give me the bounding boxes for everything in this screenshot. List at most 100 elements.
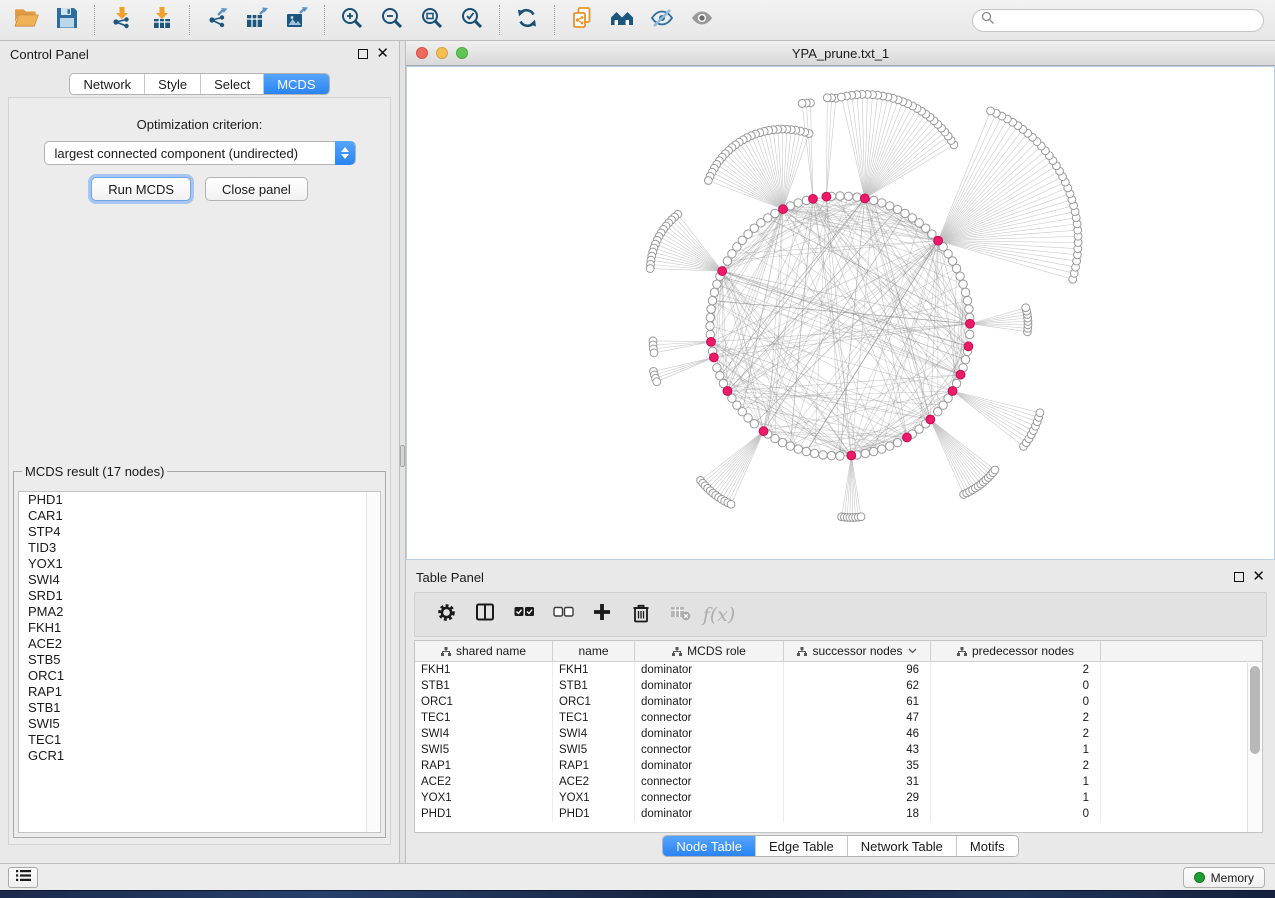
tab-mcds[interactable]: MCDS xyxy=(263,74,328,94)
network-node[interactable] xyxy=(819,451,827,459)
cell-shared_name[interactable]: SWI4 xyxy=(415,726,553,742)
network-node[interactable] xyxy=(750,420,758,428)
table-row[interactable]: RAP1RAP1dominator352 xyxy=(415,758,1262,774)
cell-predecessor_nodes[interactable]: 0 xyxy=(931,806,1101,822)
cell-name[interactable]: ORC1 xyxy=(553,694,635,710)
network-node[interactable] xyxy=(708,296,716,304)
network-node[interactable] xyxy=(710,288,718,296)
tab-network[interactable]: Network xyxy=(70,74,144,94)
network-node[interactable] xyxy=(716,372,724,380)
mcds-result-item[interactable]: GCR1 xyxy=(19,748,380,764)
cell-successor_nodes[interactable]: 31 xyxy=(784,774,931,790)
cell-name[interactable]: ACE2 xyxy=(553,774,635,790)
cell-successor_nodes[interactable]: 62 xyxy=(784,678,931,694)
cell-predecessor_nodes[interactable]: 0 xyxy=(931,694,1101,710)
table-row[interactable]: PHD1PHD1dominator180 xyxy=(415,806,1262,822)
mcds-result-item[interactable]: CAR1 xyxy=(19,508,380,524)
table-row[interactable]: ACE2ACE2connector311 xyxy=(415,774,1262,790)
network-node[interactable] xyxy=(963,296,971,304)
refresh-view-button[interactable] xyxy=(510,3,544,37)
network-node[interactable] xyxy=(706,322,714,330)
tab-style[interactable]: Style xyxy=(144,74,200,94)
network-node[interactable] xyxy=(706,313,714,321)
mcds-node[interactable] xyxy=(934,236,943,245)
export-network-button[interactable] xyxy=(200,3,234,37)
cell-shared_name[interactable]: PHD1 xyxy=(415,806,553,822)
network-node[interactable] xyxy=(802,447,810,455)
tab-motifs[interactable]: Motifs xyxy=(956,836,1018,856)
open-file-button[interactable] xyxy=(10,3,44,37)
network-node[interactable] xyxy=(991,466,999,474)
mcds-result-item[interactable]: FKH1 xyxy=(19,620,380,636)
table-row[interactable]: YOX1YOX1connector291 xyxy=(415,790,1262,806)
save-session-button[interactable] xyxy=(50,3,84,37)
network-node[interactable] xyxy=(727,500,735,508)
cell-shared_name[interactable]: STB1 xyxy=(415,678,553,694)
mcds-node[interactable] xyxy=(847,451,856,460)
cell-name[interactable]: YOX1 xyxy=(553,790,635,806)
close-table-panel-icon[interactable]: ✕ xyxy=(1252,572,1265,582)
delete-column-button[interactable] xyxy=(626,600,656,630)
mcds-node[interactable] xyxy=(809,194,818,203)
cell-predecessor_nodes[interactable]: 2 xyxy=(931,758,1101,774)
close-panel-button[interactable]: Close panel xyxy=(205,177,308,201)
network-node[interactable] xyxy=(798,100,806,108)
criterion-select[interactable]: largest connected component (undirected) xyxy=(44,141,356,165)
cell-name[interactable]: FKH1 xyxy=(553,662,635,678)
cell-shared_name[interactable]: RAP1 xyxy=(415,758,553,774)
network-node[interactable] xyxy=(836,452,844,460)
table-row[interactable]: STB1STB1dominator620 xyxy=(415,678,1262,694)
mcds-node[interactable] xyxy=(707,337,716,346)
zoom-out-button[interactable] xyxy=(375,3,409,37)
cell-predecessor_nodes[interactable]: 2 xyxy=(931,662,1101,678)
network-node[interactable] xyxy=(778,438,786,446)
first-neighbors-button[interactable] xyxy=(605,3,639,37)
network-node[interactable] xyxy=(965,305,973,313)
table-settings-button[interactable] xyxy=(431,600,461,630)
mcds-result-item[interactable]: RAP1 xyxy=(19,684,380,700)
cell-mcds_role[interactable]: dominator xyxy=(635,678,784,694)
network-node[interactable] xyxy=(869,196,877,204)
cell-mcds_role[interactable]: dominator xyxy=(635,726,784,742)
cell-name[interactable]: SWI4 xyxy=(553,726,635,742)
task-history-button[interactable] xyxy=(8,867,38,888)
cell-successor_nodes[interactable]: 35 xyxy=(784,758,931,774)
cell-predecessor_nodes[interactable]: 1 xyxy=(931,742,1101,758)
select-all-button[interactable] xyxy=(509,600,539,630)
window-close-icon[interactable] xyxy=(416,47,428,59)
network-node[interactable] xyxy=(713,364,721,372)
window-minimize-icon[interactable] xyxy=(436,47,448,59)
mcds-node[interactable] xyxy=(964,342,973,351)
mcds-node[interactable] xyxy=(822,192,831,201)
network-node[interactable] xyxy=(878,199,886,207)
close-panel-icon[interactable]: ✕ xyxy=(376,49,389,59)
splitter-handle[interactable] xyxy=(400,445,405,467)
mcds-node[interactable] xyxy=(926,415,935,424)
table-row[interactable]: ORC1ORC1dominator610 xyxy=(415,694,1262,710)
column-header-name[interactable]: name xyxy=(553,641,635,661)
network-node[interactable] xyxy=(878,445,886,453)
export-image-button[interactable] xyxy=(280,3,314,37)
cell-name[interactable]: STB1 xyxy=(553,678,635,694)
network-node[interactable] xyxy=(707,305,715,313)
mcds-node[interactable] xyxy=(903,433,912,442)
cell-predecessor_nodes[interactable]: 2 xyxy=(931,726,1101,742)
search-field[interactable] xyxy=(972,9,1264,32)
float-panel-icon[interactable] xyxy=(358,49,368,59)
cell-mcds_role[interactable]: dominator xyxy=(635,694,784,710)
mcds-node[interactable] xyxy=(779,205,788,214)
network-node[interactable] xyxy=(794,199,802,207)
cell-successor_nodes[interactable]: 29 xyxy=(784,790,931,806)
network-node[interactable] xyxy=(893,205,901,213)
mcds-node[interactable] xyxy=(948,387,957,396)
window-zoom-icon[interactable] xyxy=(456,47,468,59)
table-row[interactable]: TEC1TEC1connector472 xyxy=(415,710,1262,726)
mcds-result-item[interactable]: SWI4 xyxy=(19,572,380,588)
mcds-result-item[interactable]: STB5 xyxy=(19,652,380,668)
network-node[interactable] xyxy=(827,452,835,460)
table-scrollbar[interactable] xyxy=(1247,663,1262,832)
mcds-node[interactable] xyxy=(723,387,732,396)
cell-mcds_role[interactable]: connector xyxy=(635,790,784,806)
column-header-MCDS-role[interactable]: MCDS role xyxy=(635,641,784,661)
duplicate-network-button[interactable] xyxy=(565,3,599,37)
